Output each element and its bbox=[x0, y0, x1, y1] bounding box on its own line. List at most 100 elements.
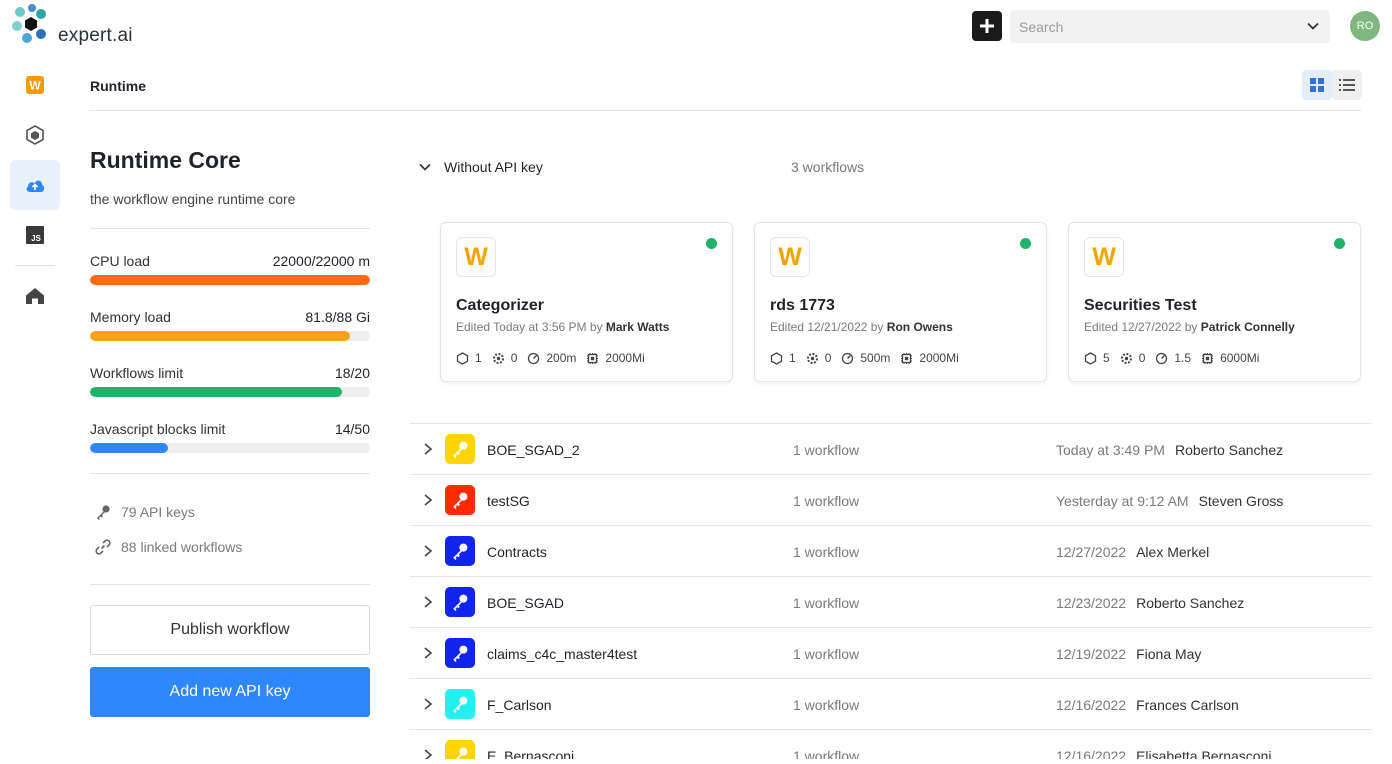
workflow-edited: Edited 12/21/2022 by Ron Owens bbox=[770, 320, 953, 334]
search-box[interactable] bbox=[1010, 10, 1330, 43]
api-key-icon bbox=[445, 587, 475, 617]
brand-mark-icon bbox=[12, 4, 46, 43]
edit-user: Elisabetta Bernasconi bbox=[1136, 748, 1272, 759]
chevron-right-icon[interactable] bbox=[422, 595, 434, 609]
replicas-resource: 1 bbox=[770, 351, 796, 365]
api-key-name: claims_c4c_master4test bbox=[487, 646, 638, 662]
workflow-icon: W bbox=[26, 76, 44, 94]
edit-user: Frances Carlson bbox=[1136, 697, 1239, 713]
chevron-down-icon[interactable] bbox=[1306, 19, 1320, 33]
api-key-row[interactable]: Contracts 1 workflow 12/27/2022 Alex Merk… bbox=[410, 525, 1372, 576]
memory-resource: 2000Mi bbox=[900, 351, 959, 365]
edit-date: Yesterday at 9:12 AM bbox=[1056, 493, 1189, 509]
grid-view-button[interactable] bbox=[1302, 70, 1332, 100]
list-icon bbox=[1339, 79, 1355, 91]
add-api-key-button[interactable]: Add new API key bbox=[90, 667, 370, 717]
panel-divider bbox=[90, 228, 370, 229]
api-key-name: BOE_SGAD_2 bbox=[487, 442, 580, 458]
api-key-row[interactable]: E_Bernasconi 1 workflow 12/16/2022 Elisab… bbox=[410, 729, 1372, 759]
rail-models[interactable] bbox=[10, 110, 60, 160]
workflow-card[interactable]: W rds 1773 Edited 12/21/2022 by Ron Owen… bbox=[754, 222, 1047, 382]
runtime-title: Runtime Core bbox=[90, 147, 241, 173]
api-key-icon bbox=[445, 536, 475, 566]
api-key-row[interactable]: testSG 1 workflow Yesterday at 9:12 AM St… bbox=[410, 474, 1372, 525]
api-key-name: F_Carlson bbox=[487, 697, 552, 713]
meter-fill bbox=[90, 331, 351, 341]
cube-icon bbox=[26, 125, 44, 145]
chip-icon bbox=[1202, 352, 1214, 364]
meter-bar bbox=[90, 387, 370, 397]
header-divider bbox=[90, 110, 1362, 111]
chevron-right-icon[interactable] bbox=[422, 748, 434, 759]
brand-logo[interactable]: expert.ai bbox=[10, 4, 140, 46]
rail-divider bbox=[15, 265, 55, 266]
chevron-right-icon[interactable] bbox=[422, 697, 434, 711]
api-key-row[interactable]: BOE_SGAD_2 1 workflow Today at 3:49 PM Ro… bbox=[410, 423, 1372, 474]
replicas-resource: 5 bbox=[1084, 351, 1110, 365]
meter-fill bbox=[90, 275, 370, 285]
last-edit: Today at 3:49 PM Roberto Sanchez bbox=[1056, 442, 1283, 458]
workflow-title: Securities Test bbox=[1084, 297, 1197, 314]
rail-runtime[interactable] bbox=[10, 160, 60, 210]
meter-bar bbox=[90, 275, 370, 285]
key-icon bbox=[453, 492, 468, 509]
edit-date: 12/16/2022 bbox=[1056, 697, 1127, 713]
chevron-right-icon[interactable] bbox=[422, 646, 434, 660]
rail-workflows[interactable]: W bbox=[10, 60, 60, 110]
api-key-row[interactable]: claims_c4c_master4test 1 workflow 12/19/… bbox=[410, 627, 1372, 678]
gauge-icon bbox=[1156, 352, 1168, 364]
meter-fill bbox=[90, 443, 169, 453]
edit-date: 12/16/2022 bbox=[1056, 748, 1127, 759]
create-button[interactable] bbox=[972, 11, 1002, 41]
edit-user: Alex Merkel bbox=[1136, 544, 1210, 560]
meter-value: 22000/22000 m bbox=[272, 253, 370, 269]
api-key-row[interactable]: F_Carlson 1 workflow 12/16/2022 Frances C… bbox=[410, 678, 1372, 729]
edited-text: Edited 12/21/2022 by bbox=[770, 320, 884, 334]
workflow-count: 1 workflow bbox=[793, 493, 860, 509]
chevron-right-icon[interactable] bbox=[422, 544, 434, 558]
group-header[interactable]: Without API key 3 workflows bbox=[418, 156, 1018, 178]
brand-name: expert.ai bbox=[58, 25, 133, 46]
user-avatar[interactable]: RO bbox=[1350, 11, 1380, 41]
meter-label: Javascript blocks limit bbox=[90, 421, 226, 437]
grid-icon bbox=[1310, 78, 1324, 92]
svg-text:JS: JS bbox=[31, 234, 41, 243]
api-key-row[interactable]: BOE_SGAD 1 workflow 12/23/2022 Roberto Sa… bbox=[410, 576, 1372, 627]
workflow-edited: Edited Today at 3:56 PM by Mark Watts bbox=[456, 320, 669, 334]
status-indicator bbox=[1020, 238, 1031, 249]
gear-icon bbox=[492, 352, 504, 364]
list-view-button[interactable] bbox=[1332, 70, 1362, 100]
api-keys-stat[interactable]: 79 API keys bbox=[95, 504, 195, 520]
edit-date: 12/19/2022 bbox=[1056, 646, 1127, 662]
workflows-limit-meter: Workflows limit 18/20 bbox=[90, 365, 370, 397]
key-icon bbox=[453, 645, 468, 662]
meter-value: 14/50 bbox=[334, 421, 370, 437]
rail-home[interactable] bbox=[10, 271, 60, 321]
linked-workflows-stat[interactable]: 88 linked workflows bbox=[95, 539, 242, 555]
api-key-name: Contracts bbox=[487, 544, 547, 560]
gear-icon bbox=[806, 352, 818, 364]
javascript-icon: JS bbox=[26, 226, 44, 244]
last-edit: 12/19/2022 Fiona May bbox=[1056, 646, 1201, 662]
javascript-limit-meter: Javascript blocks limit 14/50 bbox=[90, 421, 370, 453]
api-key-icon bbox=[445, 740, 475, 759]
rail-javascript[interactable]: JS bbox=[10, 210, 60, 260]
search-input[interactable] bbox=[1010, 10, 1290, 43]
chevron-right-icon[interactable] bbox=[422, 442, 434, 456]
panel-divider bbox=[90, 584, 370, 585]
chevron-down-icon[interactable] bbox=[418, 160, 432, 174]
workflow-card[interactable]: W Securities Test Edited 12/27/2022 by P… bbox=[1068, 222, 1361, 382]
workflow-title: rds 1773 bbox=[770, 297, 835, 314]
key-icon bbox=[97, 505, 110, 520]
publish-workflow-button[interactable]: Publish workflow bbox=[90, 605, 370, 655]
hexagon-icon bbox=[456, 351, 469, 365]
chevron-right-icon[interactable] bbox=[422, 493, 434, 507]
edited-by-user: Patrick Connelly bbox=[1200, 320, 1295, 334]
meter-bar bbox=[90, 443, 370, 453]
workflow-card[interactable]: W Categorizer Edited Today at 3:56 PM by… bbox=[440, 222, 733, 382]
group-name: Without API key bbox=[444, 159, 543, 175]
api-key-name: testSG bbox=[487, 493, 530, 509]
status-indicator bbox=[1334, 238, 1345, 249]
cpu-resource: 500m bbox=[841, 351, 890, 365]
api-keys-count: 79 API keys bbox=[121, 504, 195, 520]
